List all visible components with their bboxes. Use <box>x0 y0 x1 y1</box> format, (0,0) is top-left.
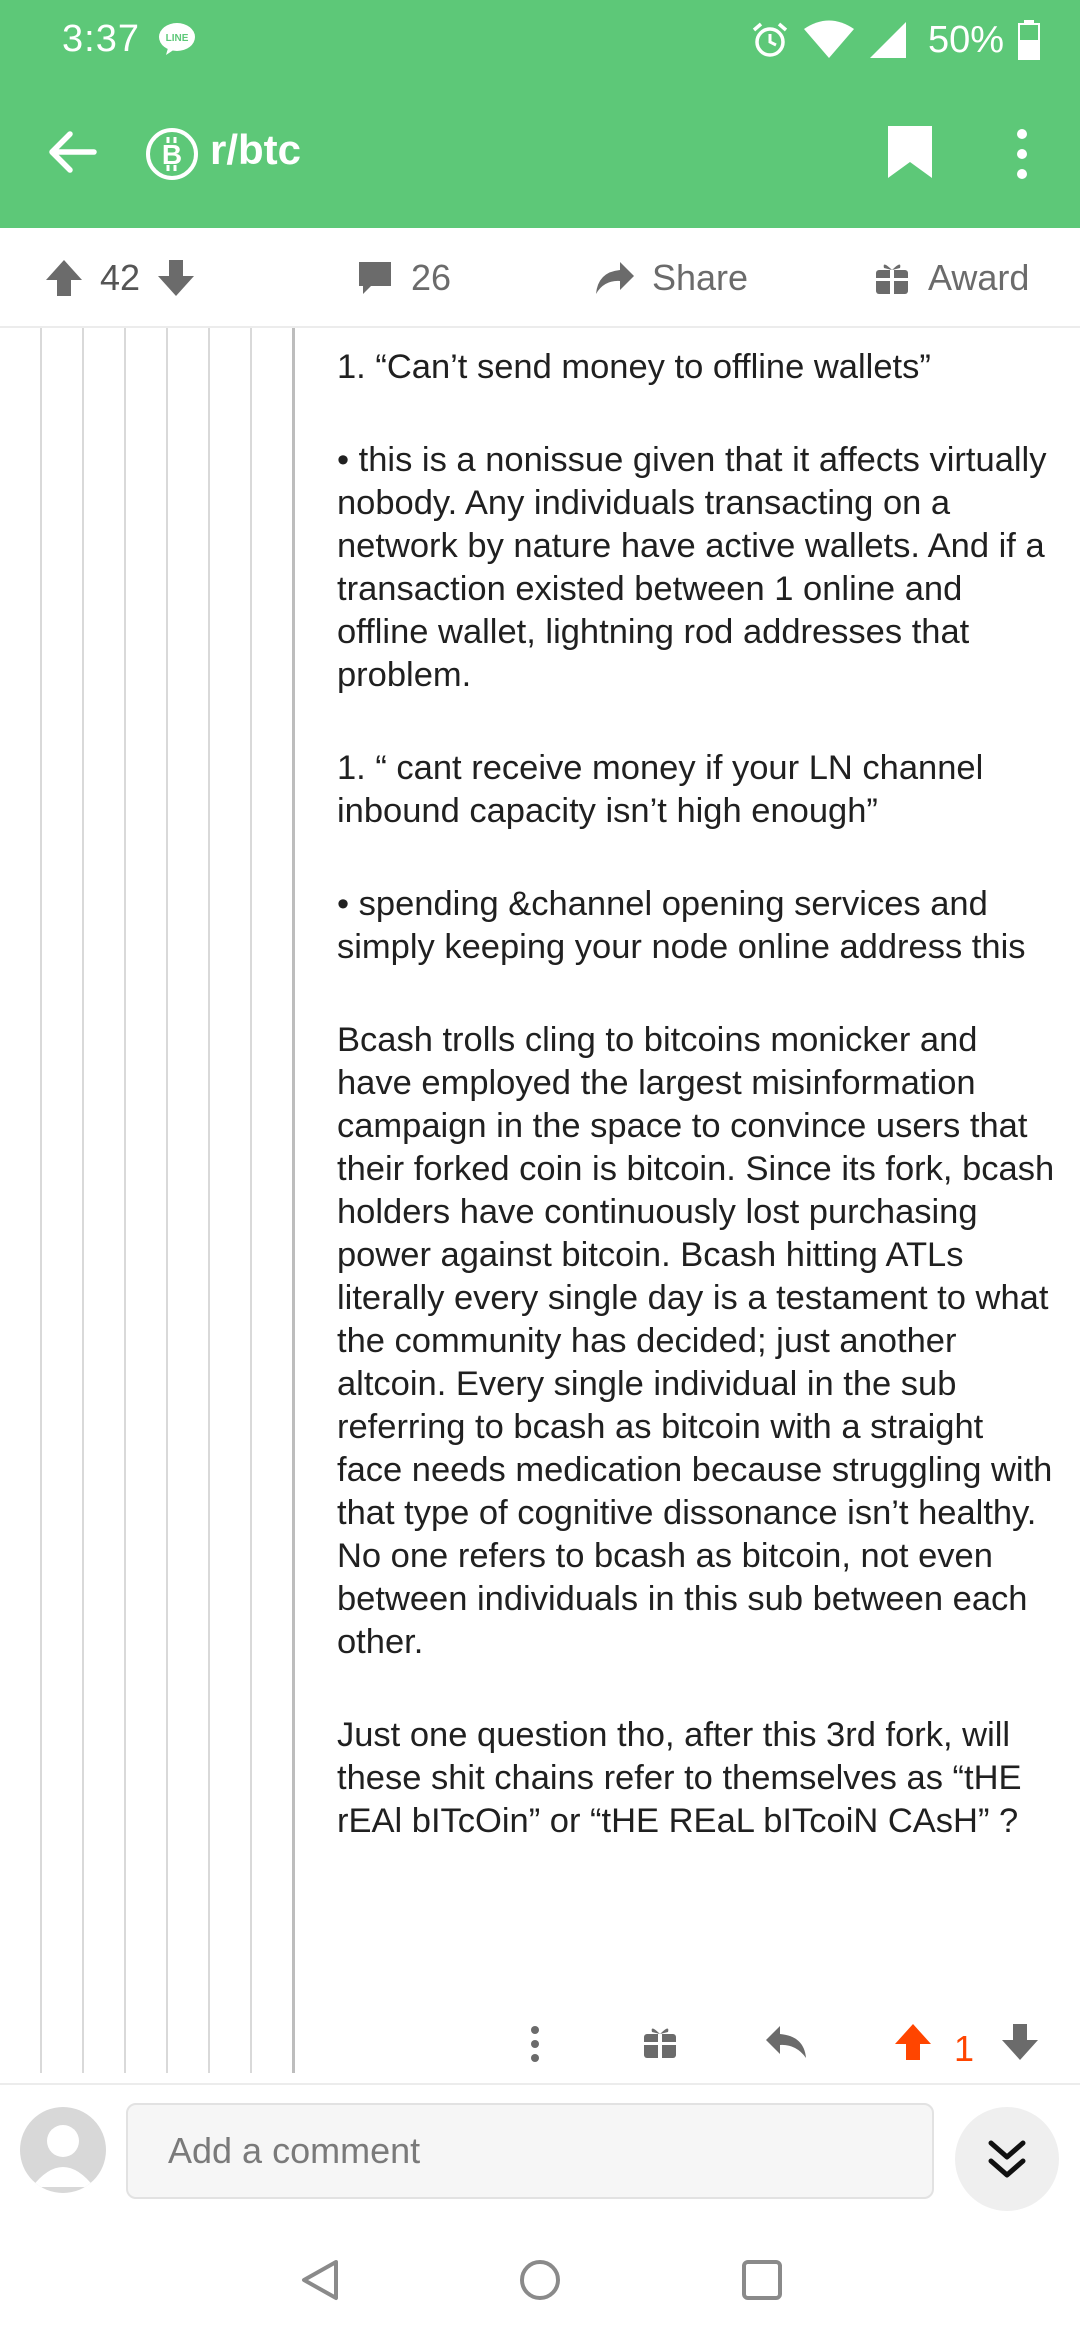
svg-text:B: B <box>162 139 182 170</box>
thread-line[interactable] <box>124 328 126 2073</box>
nav-recents-icon[interactable] <box>740 2258 784 2302</box>
share-button[interactable]: Share <box>594 250 748 306</box>
thread-line[interactable] <box>166 328 168 2073</box>
post-actions-bar: 42 26 Share Award <box>0 228 1080 328</box>
comments-button[interactable]: 26 <box>355 250 451 306</box>
award-button[interactable]: Award <box>872 250 1029 306</box>
post-score: 42 <box>100 257 141 298</box>
share-icon <box>596 262 634 294</box>
upvote-icon[interactable] <box>44 258 84 298</box>
thread-line[interactable] <box>250 328 252 2073</box>
bookmark-icon[interactable] <box>880 122 940 182</box>
app-bar: B r/btc <box>0 100 1080 210</box>
status-bar: 3:37 LINE 50% <box>0 0 1080 80</box>
comment-count: 26 <box>411 257 452 298</box>
user-avatar-icon <box>32 2125 94 2187</box>
bitcoin-icon: B <box>146 128 198 180</box>
app-header: 3:37 LINE 50% B r/btc <box>0 0 1080 228</box>
comment-downvote-icon[interactable] <box>1000 2022 1040 2062</box>
thread-line-active[interactable] <box>292 328 295 2073</box>
collapse-button[interactable] <box>955 2107 1059 2211</box>
battery-icon <box>1018 20 1040 60</box>
share-label: Share <box>652 257 749 298</box>
comment-paragraph: Just one question tho, after this 3rd fo… <box>337 1716 1022 1840</box>
comment-paragraph: • spending &channel opening services and… <box>337 885 1026 966</box>
cell-signal-icon <box>869 22 906 58</box>
status-time: 3:37 <box>62 18 140 60</box>
thread-line[interactable] <box>40 328 42 2073</box>
comment-bubble-icon <box>359 262 391 294</box>
wifi-icon <box>803 20 854 58</box>
back-arrow-icon[interactable] <box>44 124 100 180</box>
subreddit-name[interactable]: r/btc <box>210 126 301 174</box>
comment-body: 1. “Can’t send money to offline wallets”… <box>337 346 1057 1843</box>
thread-indent-lines <box>0 328 300 2078</box>
alarm-icon <box>752 22 788 57</box>
award-label: Award <box>928 257 1030 298</box>
thread-line[interactable] <box>208 328 210 2073</box>
status-right: 50% <box>750 16 1040 64</box>
comment-score: 1 <box>954 2028 975 2069</box>
comment-paragraph: 1. “ cant receive money if your LN chann… <box>337 749 984 830</box>
double-chevron-down-icon <box>988 2140 1026 2178</box>
comment-actions: 1 <box>0 2010 1080 2080</box>
comment-paragraph: 1. “Can’t send money to offline wallets” <box>337 348 931 386</box>
add-comment-input[interactable]: Add a comment <box>126 2103 934 2199</box>
downvote-icon[interactable] <box>156 258 196 298</box>
thread-line[interactable] <box>82 328 84 2073</box>
reply-icon[interactable] <box>764 2022 808 2062</box>
nav-back-icon[interactable] <box>298 2258 342 2302</box>
svg-text:LINE: LINE <box>166 33 189 44</box>
nav-home-icon[interactable] <box>518 2258 562 2302</box>
comment-paragraph: Bcash trolls cling to bitcoins monicker … <box>337 1021 1055 1661</box>
comment-upvote-icon[interactable] <box>893 2022 933 2062</box>
vote-group: 42 <box>44 250 196 306</box>
comment-composer: Add a comment <box>0 2085 1080 2220</box>
avatar[interactable] <box>20 2107 106 2193</box>
gift-icon <box>876 264 908 294</box>
more-options-icon[interactable] <box>1002 126 1042 182</box>
comment-award-icon[interactable] <box>640 2022 680 2062</box>
comment-more-icon[interactable] <box>520 2022 550 2066</box>
system-nav-bar <box>0 2220 1080 2340</box>
line-app-icon: LINE <box>159 23 195 55</box>
comment-paragraph: • this is a nonissue given that it affec… <box>337 441 1047 694</box>
battery-percent: 50% <box>927 18 1004 61</box>
